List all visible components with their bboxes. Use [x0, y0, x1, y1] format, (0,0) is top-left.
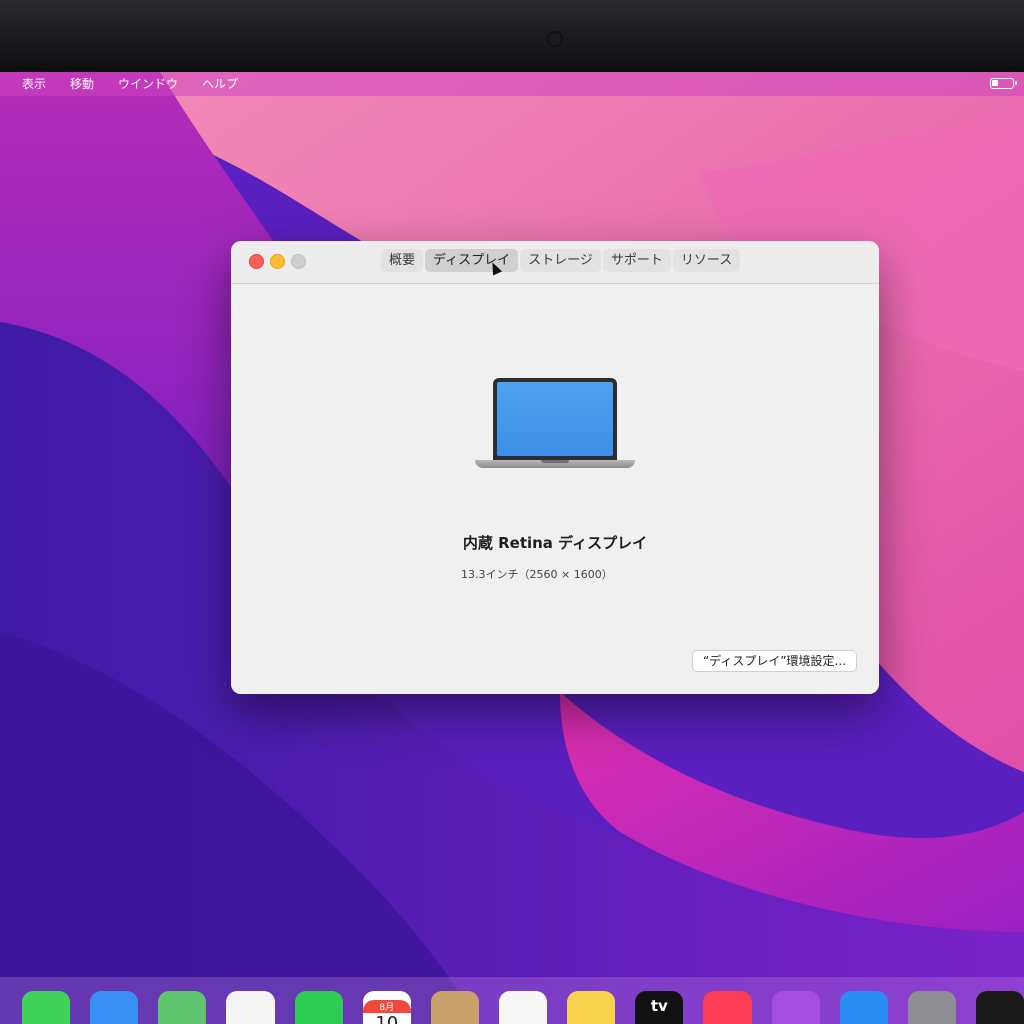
tab-bar: 概要 ディスプレイ ストレージ サポート リソース — [381, 249, 741, 272]
facetime-icon[interactable] — [294, 991, 343, 1024]
display-spec: 13.3インチ（2560 × 1600） — [461, 568, 613, 581]
tv-icon[interactable]: tv — [635, 991, 684, 1024]
tab-displays[interactable]: ディスプレイ — [425, 249, 519, 272]
podcasts-icon[interactable] — [771, 991, 820, 1024]
zoom-button[interactable] — [291, 254, 306, 269]
menu-help[interactable]: ヘルプ — [190, 72, 250, 96]
minimize-button[interactable] — [270, 254, 285, 269]
calendar-icon[interactable]: 8月 10 — [362, 991, 411, 1024]
close-button[interactable] — [249, 254, 264, 269]
maps-icon[interactable] — [158, 991, 207, 1024]
appstore-icon[interactable] — [839, 991, 888, 1024]
tab-overview[interactable]: 概要 — [381, 249, 424, 272]
tab-resources[interactable]: リソース — [672, 249, 741, 272]
camera-icon — [549, 33, 561, 45]
tab-support[interactable]: サポート — [602, 249, 671, 272]
menu-bar: 表示 移動 ウインドウ ヘルプ — [0, 72, 1024, 96]
reminders-icon[interactable] — [498, 991, 548, 1024]
display-name: 内蔵 Retina ディスプレイ — [462, 534, 648, 552]
tab-storage[interactable]: ストレージ — [520, 249, 601, 272]
terminal-icon[interactable] — [975, 991, 1024, 1024]
menu-go[interactable]: 移動 — [58, 72, 106, 96]
mail-icon[interactable] — [90, 991, 139, 1024]
photos-icon[interactable] — [226, 991, 275, 1024]
menu-window[interactable]: ウインドウ — [106, 72, 190, 96]
system-preferences-icon[interactable] — [907, 991, 956, 1024]
display-preferences-button[interactable]: “ディスプレイ”環境設定... — [691, 650, 857, 672]
contacts-icon[interactable] — [430, 991, 479, 1024]
music-icon[interactable] — [703, 991, 752, 1024]
laptop-icon — [475, 378, 635, 470]
notes-icon[interactable] — [567, 991, 616, 1024]
window-toolbar: 概要 ディスプレイ ストレージ サポート リソース — [231, 241, 879, 284]
messages-icon[interactable] — [22, 991, 71, 1024]
dock: 8月 10 tv — [0, 977, 1024, 1024]
display-panel-content: 内蔵 Retina ディスプレイ 13.3インチ（2560 × 1600） “デ… — [231, 284, 879, 694]
bezel-top — [0, 0, 1024, 72]
about-this-mac-window: 概要 ディスプレイ ストレージ サポート リソース 内蔵 Retina ディスプ… — [231, 241, 879, 694]
menu-view[interactable]: 表示 — [0, 72, 58, 96]
screen: 表示 移動 ウインドウ ヘルプ 概要 ディスプレイ ストレージ サポート リソー… — [0, 72, 1024, 1024]
battery-icon[interactable] — [990, 78, 1017, 89]
